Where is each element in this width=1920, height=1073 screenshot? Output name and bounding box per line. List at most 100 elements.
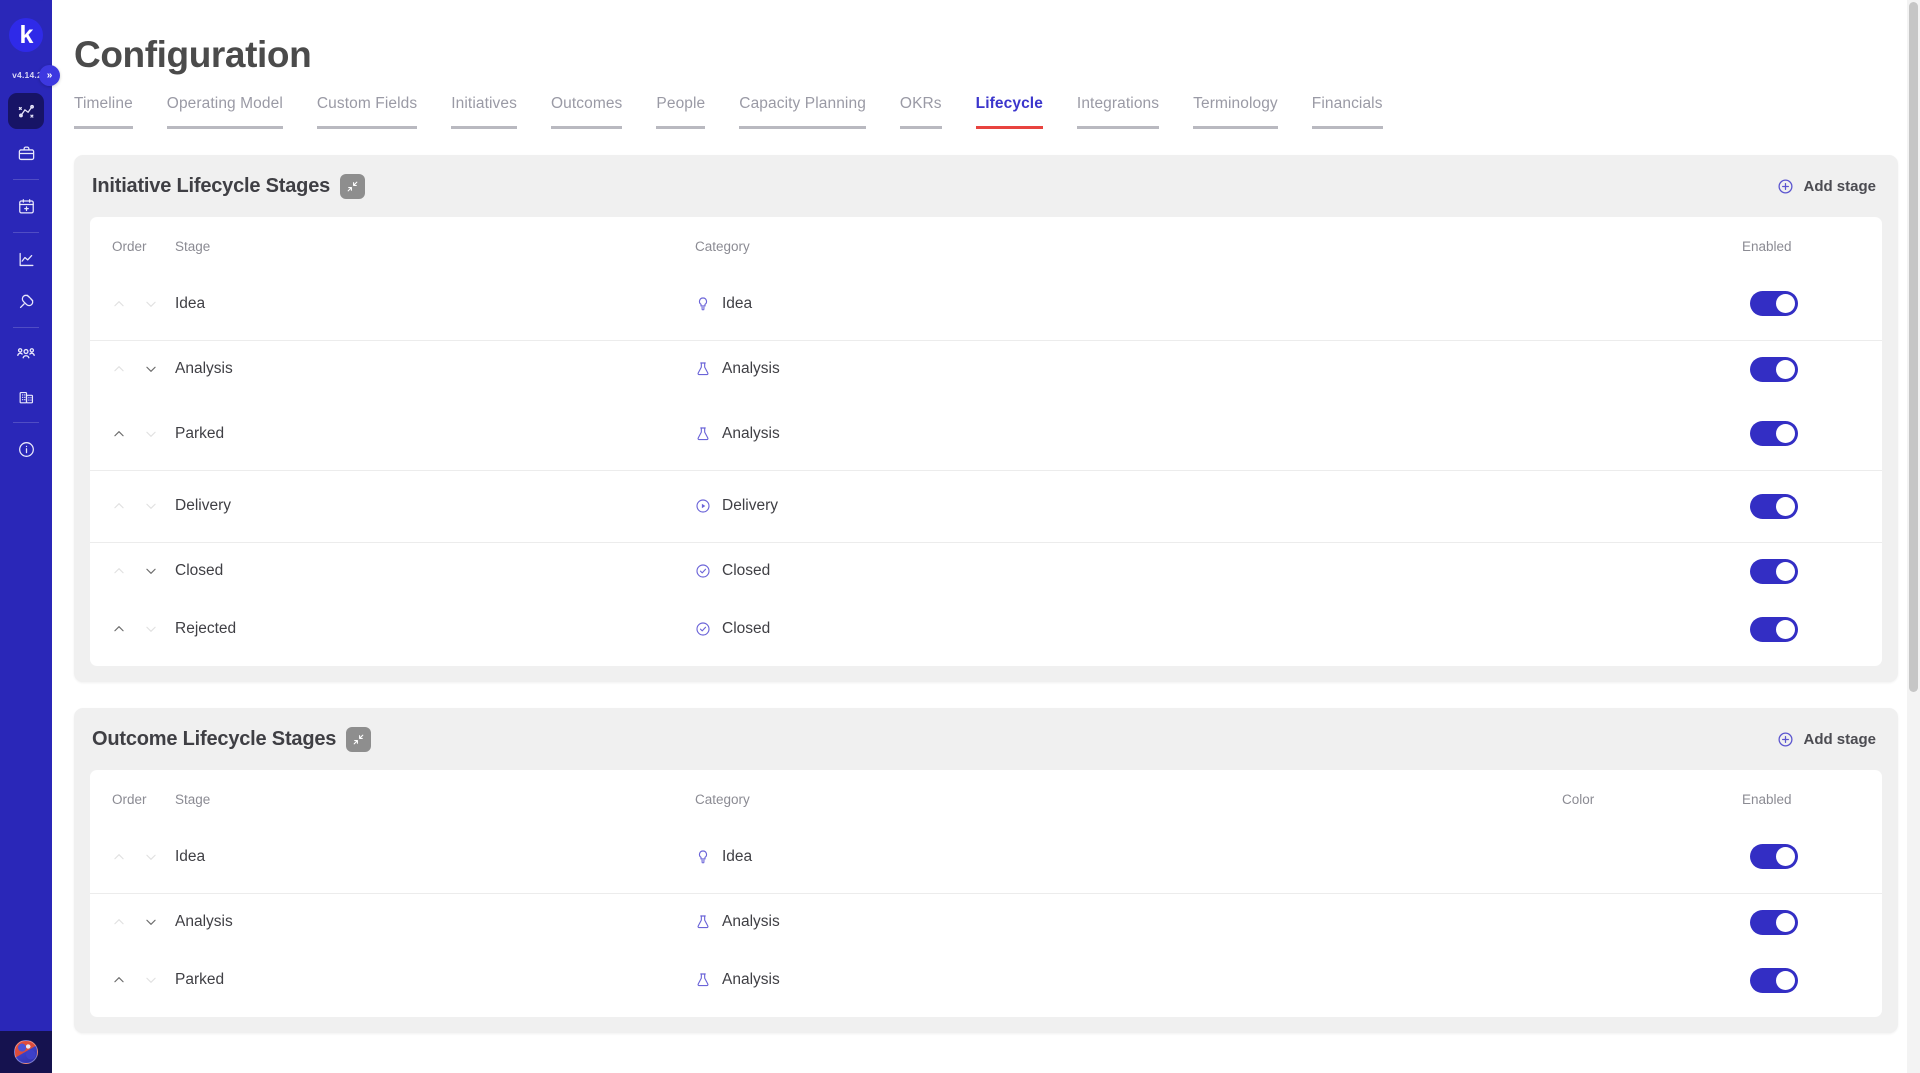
- category-name: Closed: [722, 620, 770, 638]
- enabled-toggle[interactable]: [1750, 910, 1798, 935]
- enabled-cell: [1742, 398, 1882, 470]
- add-stage-button[interactable]: Add stage: [1777, 178, 1876, 195]
- move-up-icon[interactable]: [112, 850, 126, 864]
- table-row[interactable]: ParkedAnalysis: [90, 951, 1882, 1009]
- move-up-icon[interactable]: [112, 915, 126, 929]
- table-row[interactable]: ParkedAnalysis: [90, 398, 1882, 470]
- sidebar-item-reports[interactable]: [8, 241, 44, 277]
- category-cell: Analysis: [695, 893, 1562, 951]
- move-down-icon[interactable]: [144, 297, 158, 311]
- sidebar-logo[interactable]: k: [0, 0, 52, 66]
- toggle-knob: [1776, 497, 1795, 516]
- column-header-color: Color: [1562, 770, 1742, 821]
- tab-capacity-planning[interactable]: Capacity Planning: [739, 95, 866, 129]
- page-scrollbar[interactable]: [1907, 0, 1920, 1073]
- move-down-icon[interactable]: [144, 427, 158, 441]
- enabled-toggle[interactable]: [1750, 559, 1798, 584]
- column-header-order: Order: [90, 770, 175, 821]
- category-name: Analysis: [722, 360, 780, 378]
- tab-lifecycle[interactable]: Lifecycle: [976, 95, 1043, 129]
- sidebar-item-strategy[interactable]: [8, 93, 44, 129]
- move-down-icon[interactable]: [144, 915, 158, 929]
- stage-cell: Idea: [175, 268, 695, 340]
- tab-people[interactable]: People: [656, 95, 705, 129]
- stage-name: Parked: [175, 425, 224, 442]
- enabled-cell: [1742, 951, 1882, 1009]
- sidebar-item-help[interactable]: [8, 431, 44, 467]
- move-down-icon[interactable]: [144, 973, 158, 987]
- avatar[interactable]: [14, 1040, 38, 1064]
- tab-outcomes[interactable]: Outcomes: [551, 95, 622, 129]
- move-up-icon[interactable]: [112, 297, 126, 311]
- tab-terminology[interactable]: Terminology: [1193, 95, 1278, 129]
- tab-operating-model[interactable]: Operating Model: [167, 95, 283, 129]
- collapse-panel-button[interactable]: [346, 727, 371, 752]
- tab-initiatives[interactable]: Initiatives: [451, 95, 517, 129]
- move-up-icon[interactable]: [112, 362, 126, 376]
- plus-circle-icon: [1777, 178, 1794, 195]
- stage-name: Delivery: [175, 497, 231, 514]
- strategy-board-icon: [17, 102, 36, 121]
- sidebar-item-roadmap[interactable]: [8, 188, 44, 224]
- move-down-icon[interactable]: [144, 362, 158, 376]
- enabled-toggle[interactable]: [1750, 357, 1798, 382]
- move-up-icon[interactable]: [112, 499, 126, 513]
- scrollbar-thumb[interactable]: [1909, 2, 1918, 692]
- sidebar-item-integrations[interactable]: [8, 283, 44, 319]
- enabled-toggle[interactable]: [1750, 844, 1798, 869]
- table-row[interactable]: RejectedClosed: [90, 600, 1882, 658]
- flask-icon: [695, 426, 711, 442]
- panel-title: Initiative Lifecycle Stages: [92, 175, 330, 198]
- plug-icon: [17, 292, 36, 311]
- stage-cell: Parked: [175, 398, 695, 470]
- tab-financials[interactable]: Financials: [1312, 95, 1383, 129]
- move-up-icon[interactable]: [112, 622, 126, 636]
- tab-timeline[interactable]: Timeline: [74, 95, 133, 129]
- add-stage-button[interactable]: Add stage: [1777, 731, 1876, 748]
- enabled-toggle[interactable]: [1750, 421, 1798, 446]
- column-header-stage: Stage: [175, 770, 695, 821]
- table-row[interactable]: Analysis Analysis: [90, 340, 1882, 398]
- table-row[interactable]: Delivery Delivery: [90, 470, 1882, 542]
- move-down-icon[interactable]: [144, 850, 158, 864]
- sidebar: k v4.14.2 »: [0, 0, 52, 1073]
- enabled-toggle[interactable]: [1750, 968, 1798, 993]
- enabled-toggle[interactable]: [1750, 291, 1798, 316]
- enabled-toggle[interactable]: [1750, 617, 1798, 642]
- tab-okrs[interactable]: OKRs: [900, 95, 942, 129]
- tab-bar: Timeline Operating Model Custom Fields Init…: [52, 73, 1920, 129]
- table-row[interactable]: IdeaIdea: [90, 821, 1882, 893]
- sidebar-item-portfolio[interactable]: [8, 135, 44, 171]
- category-cell: Analysis: [695, 340, 1742, 398]
- category-name: Idea: [722, 295, 752, 313]
- stage-name: Analysis: [175, 360, 233, 377]
- move-up-icon[interactable]: [112, 427, 126, 441]
- table-row[interactable]: ClosedClosed: [90, 542, 1882, 600]
- enabled-cell: [1742, 600, 1882, 658]
- tab-custom-fields[interactable]: Custom Fields: [317, 95, 417, 129]
- people-icon: [16, 344, 36, 364]
- order-cell: [90, 951, 175, 1009]
- sidebar-item-organisation[interactable]: [8, 378, 44, 414]
- panels-host: Initiative Lifecycle Stages Add stage Orde…: [52, 155, 1920, 1033]
- color-cell: [1562, 893, 1742, 951]
- move-up-icon[interactable]: [112, 564, 126, 578]
- order-cell: [90, 398, 175, 470]
- tab-integrations[interactable]: Integrations: [1077, 95, 1159, 129]
- collapse-panel-button[interactable]: [340, 174, 365, 199]
- move-up-icon[interactable]: [112, 973, 126, 987]
- table-row[interactable]: Idea Idea: [90, 268, 1882, 340]
- toggle-knob: [1776, 360, 1795, 379]
- enabled-cell: [1742, 268, 1882, 340]
- table-row[interactable]: AnalysisAnalysis: [90, 893, 1882, 951]
- sidebar-item-people[interactable]: [8, 336, 44, 372]
- panel-title-wrap: Outcome Lifecycle Stages: [92, 727, 371, 752]
- move-down-icon[interactable]: [144, 622, 158, 636]
- category-name: Delivery: [722, 497, 778, 515]
- move-down-icon[interactable]: [144, 499, 158, 513]
- sidebar-expand-icon[interactable]: »: [39, 65, 60, 86]
- enabled-toggle[interactable]: [1750, 494, 1798, 519]
- move-down-icon[interactable]: [144, 564, 158, 578]
- order-cell: [90, 821, 175, 893]
- stage-cell: Parked: [175, 951, 695, 1009]
